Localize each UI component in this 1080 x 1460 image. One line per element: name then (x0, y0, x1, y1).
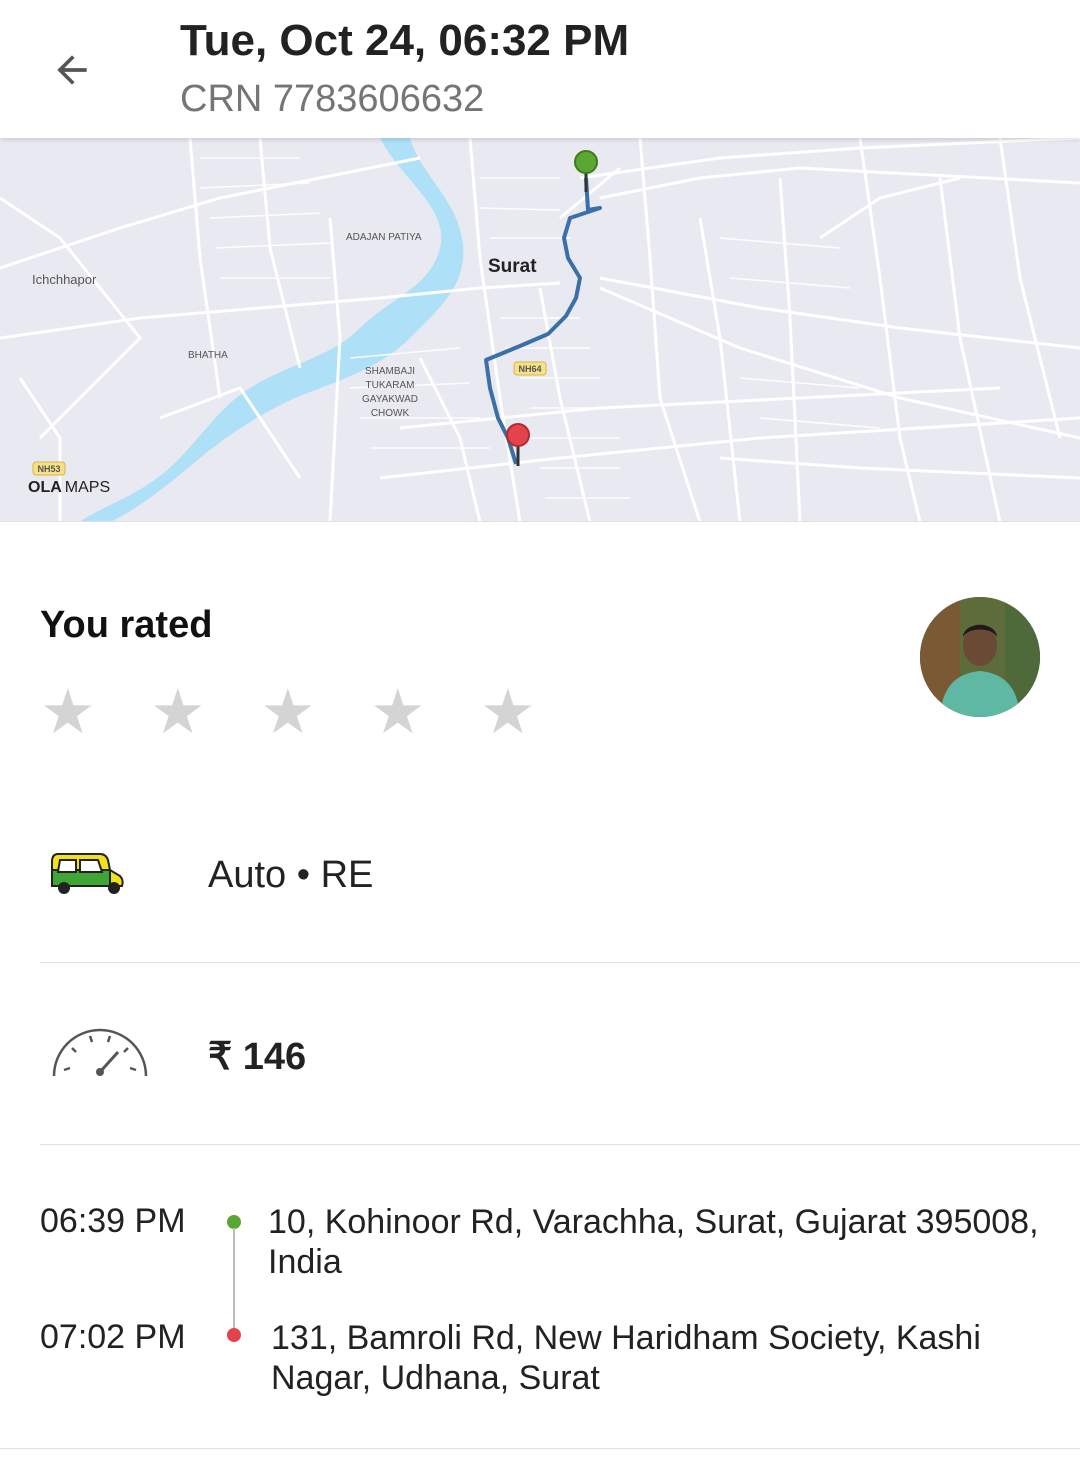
ola-logo-text: OLA (28, 479, 62, 496)
map-label-ichchhapor: Ichchhapor (32, 272, 97, 287)
app-header: Tue, Oct 24, 06:32 PM CRN 7783606632 (0, 0, 1080, 138)
map-label-adajan: ADAJAN PATIYA (346, 232, 422, 243)
drop-address: 131, Bamroli Rd, New Haridham Society, K… (271, 1319, 981, 1397)
nh64-badge: NH64 (513, 361, 547, 376)
back-button[interactable] (40, 38, 104, 102)
star-icon-3[interactable]: ★ (260, 682, 370, 744)
star-icon-1[interactable]: ★ (40, 682, 150, 744)
fare-row: ₹ 146 (40, 1000, 1080, 1120)
map-label-bhatha: BHATHA (188, 350, 228, 361)
map-label-surat: Surat (488, 256, 537, 277)
pickup-address: 10, Kohinoor Rd, Varachha, Surat, Gujara… (268, 1203, 1039, 1281)
vehicle-row: Auto • RE (40, 820, 1080, 960)
driver-avatar (920, 597, 1040, 717)
crn-number: CRN 7783606632 (180, 78, 485, 120)
maps-logo-text: MAPS (65, 479, 110, 496)
star-icon-2[interactable]: ★ (150, 682, 260, 744)
star-icon-4[interactable]: ★ (370, 682, 480, 744)
divider (40, 1144, 1080, 1145)
nh53-badge: NH53 (32, 461, 66, 476)
star-icon-5[interactable]: ★ (480, 682, 590, 744)
map-label-shambaji-2: TUKARAM (366, 380, 415, 391)
map-divider (0, 521, 1080, 522)
map-label-nh53: NH53 (37, 464, 60, 474)
bottom-divider (0, 1448, 1080, 1449)
map-label-shambaji-1: SHAMBAJI (365, 366, 415, 377)
rating-label: You rated (40, 604, 213, 646)
rating-stars: ★ ★ ★ ★ ★ (40, 682, 590, 744)
auto-rickshaw-icon (50, 850, 126, 901)
vehicle-type: Auto • RE (208, 854, 374, 896)
trip-timeline (233, 1228, 235, 1328)
ola-maps-logo: OLA MAPS (28, 479, 110, 496)
arrow-left-icon (57, 55, 87, 85)
ride-datetime: Tue, Oct 24, 06:32 PM (180, 16, 630, 65)
map-label-shambaji-3: GAYAKWAD (362, 394, 418, 405)
route-map[interactable]: Ichchhapor ADAJAN PATIYA Surat BHATHA SH… (0, 138, 1080, 522)
pickup-dot-icon (227, 1215, 241, 1229)
pickup-time: 06:39 PM (40, 1202, 186, 1240)
divider (40, 962, 1080, 963)
fare-amount: ₹ 146 (208, 1036, 307, 1078)
drop-dot-icon (227, 1328, 241, 1342)
speedometer-icon (50, 1020, 150, 1083)
map-label-nh64: NH64 (518, 364, 541, 374)
map-label-shambaji-4: CHOWK (371, 408, 410, 419)
drop-time: 07:02 PM (40, 1318, 186, 1356)
